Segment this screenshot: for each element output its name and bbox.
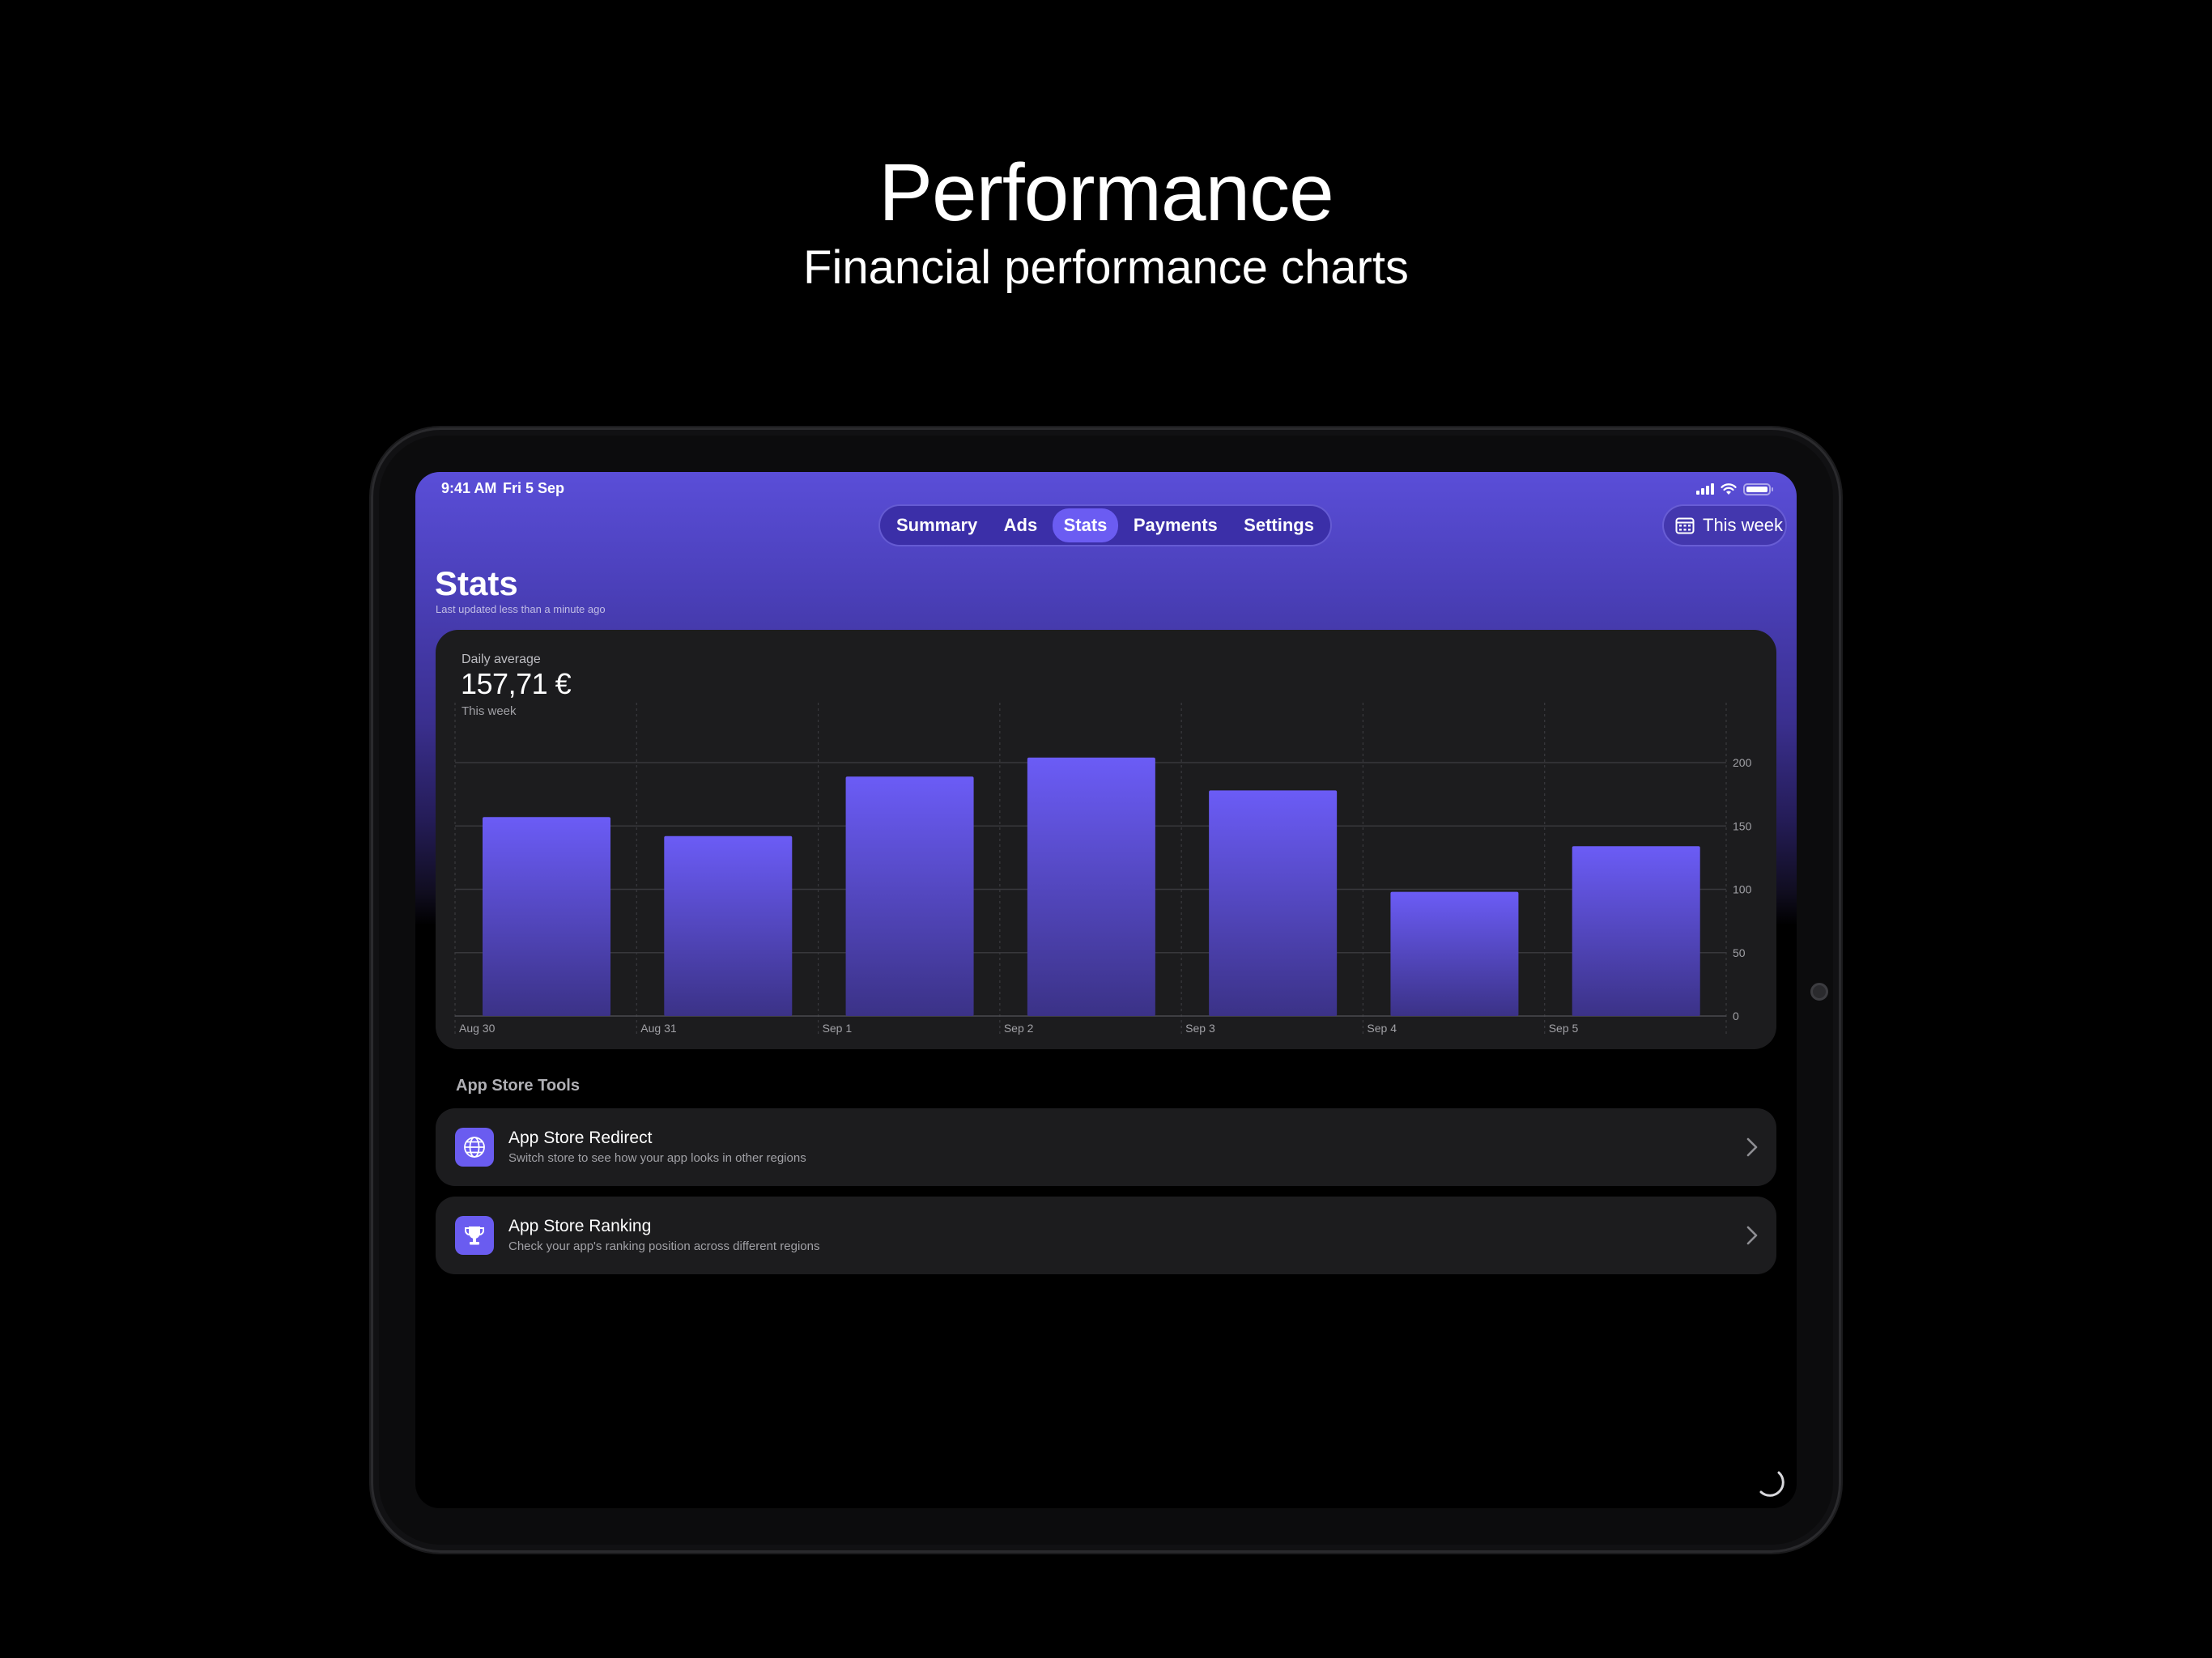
x-tick-label: Sep 4 (1367, 1022, 1397, 1035)
y-tick-label: 100 (1733, 883, 1752, 896)
tools-section-title: App Store Tools (456, 1077, 580, 1095)
cellular-signal-icon (1696, 483, 1714, 495)
y-tick-label: 150 (1733, 819, 1752, 832)
app-screen: 9:41 AM Fri 5 Sep Summary Ads Stats Paym… (415, 472, 1797, 1508)
bar (1572, 846, 1700, 1016)
bar (483, 817, 610, 1016)
chevron-right-icon (1746, 1226, 1758, 1245)
app-store-redirect-row[interactable]: App Store Redirect Switch store to see h… (436, 1108, 1776, 1186)
bar (1390, 891, 1519, 1016)
y-tick-label: 0 (1733, 1010, 1739, 1022)
x-tick-label: Sep 5 (1549, 1022, 1579, 1035)
daily-average-chart-card: Daily average 157,71 € This week 0 50 100 1… (436, 630, 1776, 1049)
tool-subtitle: Check your app's ranking position across… (508, 1239, 820, 1253)
tab-summary[interactable]: Summary (885, 508, 989, 542)
calendar-icon (1675, 517, 1695, 534)
bar-chart: 0 50 100 150 200 Aug 30 Aug 31 Sep 1 Sep 2 Sep 3 S… (454, 703, 1752, 1035)
x-tick-label: Sep 2 (1004, 1022, 1034, 1035)
x-tick-label: Aug 30 (459, 1022, 496, 1035)
marketing-headline: Performance (878, 147, 1334, 238)
tool-title: App Store Ranking (508, 1217, 652, 1235)
bar (1209, 790, 1338, 1016)
page-subtitle: Last updated less than a minute ago (436, 603, 606, 615)
tab-payments[interactable]: Payments (1122, 508, 1229, 542)
bar (664, 835, 793, 1016)
status-date: Fri 5 Sep (503, 480, 565, 496)
x-tick-label: Sep 1 (823, 1022, 853, 1035)
trophy-icon (455, 1216, 494, 1255)
status-time: 9:41 AM (441, 480, 497, 496)
period-selector-button[interactable]: This week (1662, 504, 1787, 546)
app-store-ranking-row[interactable]: App Store Ranking Check your app's ranki… (436, 1197, 1776, 1274)
bar (1027, 757, 1155, 1016)
tab-settings[interactable]: Settings (1232, 508, 1325, 542)
loading-indicator-icon (1759, 1471, 1784, 1497)
y-tick-label: 200 (1733, 756, 1752, 769)
battery-icon (1743, 483, 1773, 495)
x-tick-label: Aug 31 (640, 1022, 677, 1035)
y-tick-label: 50 (1733, 946, 1746, 959)
globe-icon (455, 1128, 494, 1167)
camera-dot (1810, 983, 1828, 1001)
x-tick-label: Sep 3 (1185, 1022, 1215, 1035)
period-label: This week (1703, 515, 1784, 535)
wifi-icon (1721, 483, 1737, 495)
chevron-right-icon (1746, 1137, 1758, 1157)
segmented-tab-bar: Summary Ads Stats Payments Settings (878, 504, 1332, 546)
marketing-subheadline: Financial performance charts (803, 241, 1409, 294)
bar (845, 776, 974, 1016)
page-title: Stats (435, 564, 518, 602)
status-icons (1696, 480, 1773, 498)
tab-stats[interactable]: Stats (1052, 508, 1119, 542)
tool-subtitle: Switch store to see how your app looks i… (508, 1151, 806, 1165)
tool-title: App Store Redirect (508, 1129, 653, 1147)
tab-ads[interactable]: Ads (993, 508, 1049, 542)
